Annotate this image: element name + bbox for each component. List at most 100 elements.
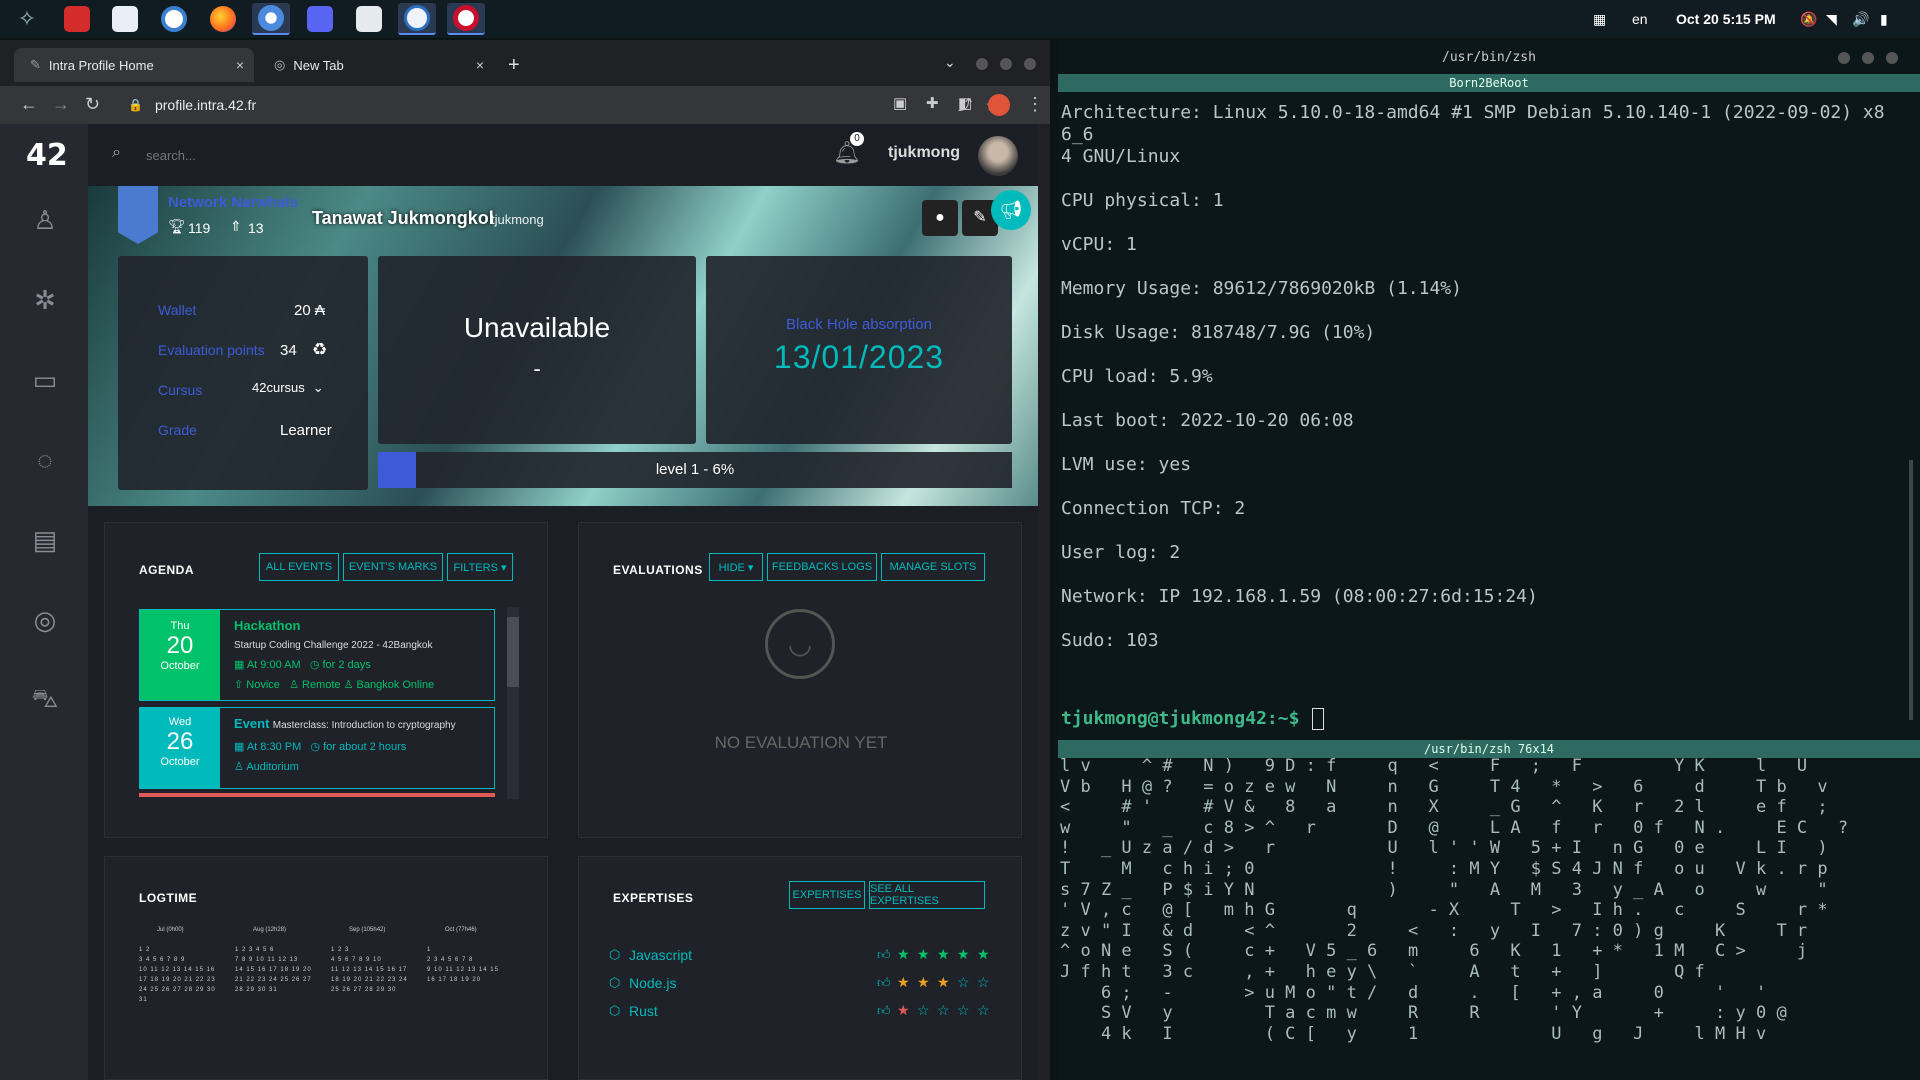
system-monitor-icon[interactable]	[398, 3, 436, 35]
terminal-window: /usr/bin/zsh Born2BeRoot Architecture: L…	[1058, 40, 1920, 1080]
network-app-icon[interactable]	[155, 3, 193, 35]
forum-icon[interactable]: ◌	[29, 444, 61, 476]
header-username[interactable]: tjukmong	[888, 144, 960, 162]
terminal-title: /usr/bin/zsh	[1058, 40, 1920, 74]
thumbs-up-icon[interactable]: 👍︎	[877, 947, 891, 963]
search-input[interactable]	[146, 144, 446, 166]
events-marks-button[interactable]: EVENT'S MARKS	[343, 553, 443, 581]
star-icon: ☆	[957, 974, 970, 990]
logtime-week: 18 19 20 21 22 23 24	[331, 977, 408, 983]
event-description: Startup Coding Challenge 2022 - 42Bangko…	[234, 640, 433, 651]
tab-favicon-icon: ✎	[30, 57, 41, 72]
logtime-title: LOGTIME	[139, 891, 198, 905]
window-switcher-icon[interactable]: ▦	[1593, 0, 1606, 38]
event-date-block: Wed 26 October	[140, 708, 220, 788]
profile-avatar[interactable]	[988, 94, 1010, 116]
terminal-minimize-button[interactable]	[1838, 52, 1850, 64]
filters-button[interactable]: FILTERS ▾	[447, 553, 513, 581]
agenda-event[interactable]: Thu 20 October Hackathon Startup Coding …	[139, 609, 495, 701]
logtime-week: 31	[139, 997, 148, 1003]
discord-icon[interactable]	[301, 3, 339, 35]
reload-icon[interactable]: ↻	[85, 94, 100, 115]
expertises-button[interactable]: EXPERTISES	[789, 881, 865, 909]
terminal-maximize-button[interactable]	[1862, 52, 1874, 64]
wifi-icon[interactable]: ◥	[1826, 0, 1837, 38]
taskbar: ✧ ▦ en Oct 20 5:15 PM 🔕 ◥ 🔊 ▮	[0, 0, 1920, 38]
volume-icon[interactable]: 🔊	[1852, 0, 1869, 38]
files-icon[interactable]	[106, 3, 144, 35]
debian-app-icon[interactable]	[447, 3, 485, 35]
cmatrix-row: ! _ U z a / d > r U l ' ' W 5 + I n G 0 …	[1060, 838, 1828, 859]
manage-slots-button[interactable]: MANAGE SLOTS	[881, 553, 985, 581]
notifications-muted-icon[interactable]: 🔕	[1800, 0, 1817, 38]
shell-prompt[interactable]: tjukmong@tjukmong42:~$	[1061, 708, 1325, 730]
minimize-button[interactable]	[976, 58, 988, 70]
thumbs-up-icon[interactable]: 👍︎	[877, 975, 891, 991]
clock[interactable]: Oct 20 5:15 PM	[1676, 0, 1776, 38]
agenda-event-next	[139, 793, 495, 797]
tab-intra-profile[interactable]: ✎ Intra Profile Home ×	[14, 48, 254, 82]
profile-icon[interactable]: ♙	[29, 204, 61, 236]
close-window-button[interactable]	[1024, 58, 1036, 70]
info-panel: Wallet 20 ₳ Evaluation points 34 ♻ Cursu…	[118, 256, 368, 490]
maximize-button[interactable]	[1000, 58, 1012, 70]
rank-icon: ⇑	[230, 218, 242, 234]
logo-42[interactable]: 42	[26, 138, 68, 173]
tab-new-tab[interactable]: ◎ New Tab ×	[258, 48, 494, 82]
red-app-icon[interactable]	[58, 3, 96, 35]
scrollbar-thumb[interactable]	[507, 617, 519, 687]
blackhole-panel: Black Hole absorption 13/01/2023	[706, 256, 1012, 444]
keyboard-layout[interactable]: en	[1632, 0, 1648, 38]
forward-icon[interactable]: →	[52, 94, 70, 115]
agenda-scrollbar[interactable]	[507, 607, 519, 799]
grade-label: Grade	[158, 422, 197, 438]
cmatrix-output: l v ^ # N ) 9 D : f q < F ; F Y K l UV b…	[1060, 756, 1848, 1044]
shop-cart-icon[interactable]: ⛍	[29, 683, 61, 716]
menu-kebab-icon[interactable]: ⋮	[1026, 94, 1044, 115]
extension-icon[interactable]: ▣	[893, 94, 907, 112]
tab-close-icon[interactable]: ×	[236, 57, 244, 73]
address-bar[interactable]: 🔒 profile.intra.42.fr ⤴ ☆	[118, 90, 998, 120]
coalition-name[interactable]: Network Narwhals	[168, 194, 298, 211]
see-all-expertises-button[interactable]: SEE ALL EXPERTISES	[869, 881, 985, 909]
all-events-button[interactable]: ALL EVENTS	[259, 553, 339, 581]
back-icon[interactable]: ←	[20, 94, 38, 115]
chromium-icon[interactable]	[252, 3, 290, 35]
companies-icon[interactable]: ▤	[29, 524, 61, 556]
level-text: level 1 - 6%	[655, 461, 735, 478]
app-menu-icon[interactable]: ✧	[8, 3, 46, 35]
hide-button[interactable]: HIDE ▾	[709, 553, 763, 581]
cursus-select[interactable]: 42cursus ⌄	[252, 380, 342, 402]
login-name: tjukmong	[491, 212, 544, 227]
evaluations-card: EVALUATIONS HIDE ▾ FEEDBACKS LOGS MANAGE…	[578, 522, 1022, 838]
agenda-event[interactable]: Wed 26 October Event Masterclass: Introd…	[139, 707, 495, 789]
holy-graph-icon[interactable]: ✲	[29, 284, 61, 316]
side-panel-icon[interactable]: ◧	[958, 94, 972, 112]
battery-icon[interactable]: ▮	[1880, 0, 1888, 38]
firefox-icon[interactable]	[204, 3, 242, 35]
expertise-name[interactable]: Rust	[629, 1003, 658, 1019]
logtime-week: 1 2 3	[331, 947, 350, 953]
feedbacks-logs-button[interactable]: FEEDBACKS LOGS	[767, 553, 877, 581]
cmatrix-row: V b H @ ? = o z e w N n G T 4 * > 6 d T …	[1060, 776, 1828, 797]
event-day: 20	[166, 632, 194, 659]
elearning-icon[interactable]: ▭	[29, 364, 61, 396]
tab-close-icon[interactable]: ×	[476, 57, 484, 73]
tab-search-chevron-icon[interactable]: ⌄	[944, 54, 956, 71]
file-manager-icon[interactable]	[350, 3, 388, 35]
puzzle-icon[interactable]: ✚	[926, 94, 939, 112]
terminal-close-button[interactable]	[1886, 52, 1898, 64]
compass-icon[interactable]: ◎	[29, 604, 61, 636]
terminal-line: User log: 2	[1061, 542, 1181, 563]
announce-icon[interactable]: 📢︎	[991, 190, 1031, 230]
event-description: Masterclass: Introduction to cryptograph…	[272, 720, 456, 731]
thumbs-up-icon[interactable]: 👍︎	[877, 1003, 891, 1019]
coalition-rank: 13	[248, 220, 264, 236]
user-avatar[interactable]	[978, 136, 1018, 176]
expertise-name[interactable]: Javascript	[629, 947, 692, 963]
star-icon: ☆	[937, 1002, 950, 1018]
location-icon[interactable]: ●	[922, 200, 958, 236]
terminal-scrollbar[interactable]	[1909, 460, 1913, 720]
expertise-name[interactable]: Node.js	[629, 975, 676, 991]
new-tab-button[interactable]: +	[508, 54, 520, 77]
